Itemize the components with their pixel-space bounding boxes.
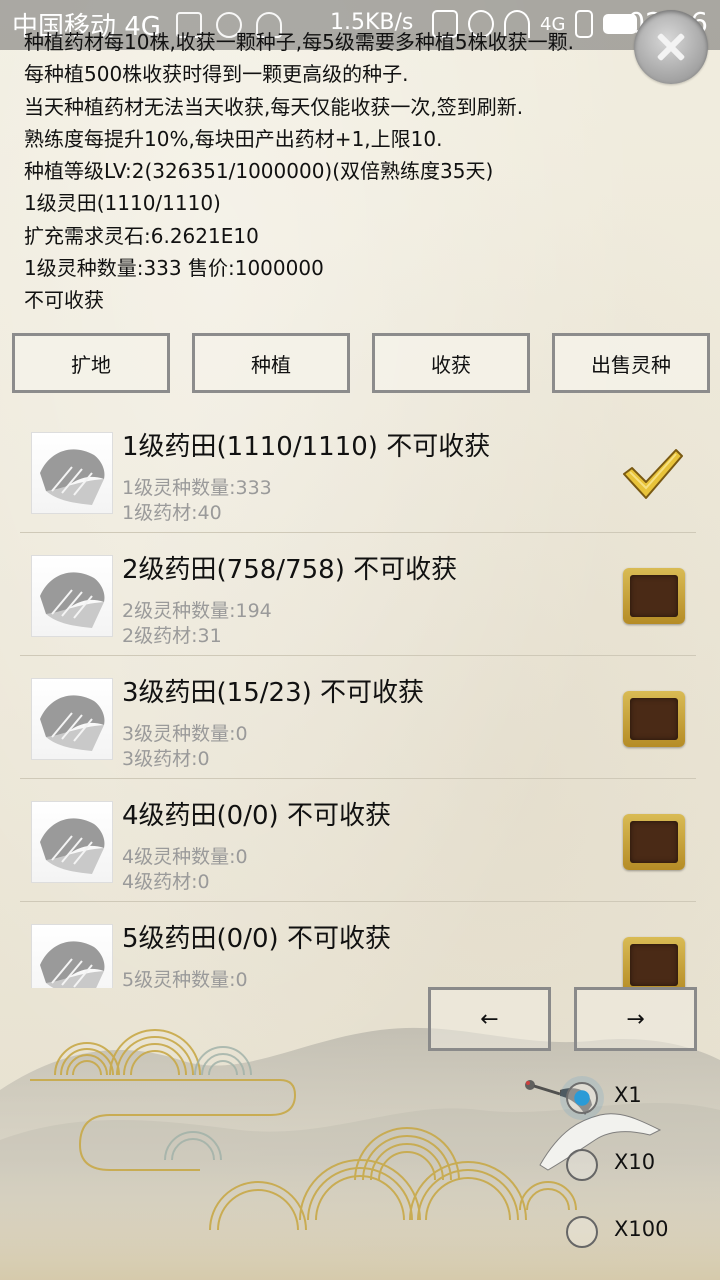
herb-field-icon — [40, 941, 105, 988]
pager: ← → — [428, 987, 698, 1051]
field-title: 4级药田(0/0) 不可收获 — [122, 801, 391, 831]
close-icon — [656, 32, 686, 62]
plant-button[interactable]: 种植 — [192, 333, 350, 393]
field-seed-count: 2级灵种数量:194 — [122, 600, 272, 622]
select-checkbox[interactable] — [623, 568, 685, 624]
info-panel: 种植药材每10株,收获一颗种子,每5级需要多种植5株收获一颗. 每种植500株收… — [24, 26, 624, 317]
prev-page-button[interactable]: ← — [428, 987, 551, 1051]
expand-button[interactable]: 扩地 — [12, 333, 170, 393]
herb-field-icon — [40, 449, 105, 505]
action-bar: 扩地 种植 收获 出售灵种 — [12, 333, 712, 395]
list-item[interactable]: 3级药田(15/23) 不可收获 3级灵种数量:0 3级药材:0 — [20, 656, 696, 779]
info-line: 当天种植药材无法当天收获,每天仅能收获一次,签到刷新. — [24, 94, 524, 119]
list-item[interactable]: 5级药田(0/0) 不可收获 5级灵种数量:0 — [20, 902, 696, 988]
sell-seed-button[interactable]: 出售灵种 — [552, 333, 710, 393]
multiplier-label: X1 — [614, 1083, 642, 1107]
field-list[interactable]: 1级药田(1110/1110) 不可收获 1级灵种数量:333 1级药材:40 … — [20, 410, 696, 988]
field-thumbnail — [32, 925, 112, 988]
harvest-status-line: 不可收获 — [24, 288, 104, 313]
field-title: 2级药田(758/758) 不可收获 — [122, 555, 458, 585]
next-page-button[interactable]: → — [574, 987, 697, 1051]
radio-icon — [566, 1149, 598, 1181]
list-item[interactable]: 4级药田(0/0) 不可收获 4级灵种数量:0 4级药材:0 — [20, 779, 696, 902]
info-line: 种植药材每10株,收获一颗种子,每5级需要多种植5株收获一颗. — [24, 30, 574, 54]
multiplier-label: X100 — [614, 1217, 669, 1241]
herb-field-icon — [40, 695, 105, 751]
radio-selected-icon — [566, 1082, 598, 1114]
harvest-button[interactable]: 收获 — [372, 333, 530, 393]
select-checkbox[interactable] — [623, 814, 685, 870]
planting-level-line: 种植等级LV:2(326351/1000000)(双倍熟练度35天) — [24, 159, 494, 184]
field-title: 5级药田(0/0) 不可收获 — [122, 924, 391, 954]
checkmark-icon[interactable] — [620, 444, 684, 502]
field-thumbnail — [32, 802, 112, 882]
list-item[interactable]: 2级药田(758/758) 不可收获 2级灵种数量:194 2级药材:31 — [20, 533, 696, 656]
field-title: 3级药田(15/23) 不可收获 — [122, 678, 425, 708]
field-thumbnail — [32, 679, 112, 759]
multiplier-label: X10 — [614, 1150, 656, 1174]
field-herb-count: 2级药材:31 — [122, 625, 222, 647]
field-seed-count: 1级灵种数量:333 — [122, 477, 272, 499]
field-herb-count: 3级药材:0 — [122, 748, 210, 770]
field-herb-count: 1级药材:40 — [122, 502, 222, 524]
select-checkbox[interactable] — [623, 691, 685, 747]
seed-count-price-line: 1级灵种数量:333 售价:1000000 — [24, 256, 324, 281]
field-herb-count: 4级药材:0 — [122, 871, 210, 893]
field-title: 1级药田(1110/1110) 不可收获 — [122, 432, 491, 462]
herb-field-icon — [40, 572, 105, 628]
field-capacity-line: 1级灵田(1110/1110) — [24, 191, 221, 216]
field-thumbnail — [32, 556, 112, 636]
multiplier-x10-radio[interactable]: X10 — [566, 1149, 706, 1189]
field-seed-count: 5级灵种数量:0 — [122, 969, 248, 988]
herb-field-icon — [40, 818, 105, 874]
expand-cost-line: 扩充需求灵石:6.2621E10 — [24, 223, 259, 248]
close-button[interactable] — [634, 10, 708, 84]
radio-icon — [566, 1216, 598, 1248]
list-item[interactable]: 1级药田(1110/1110) 不可收获 1级灵种数量:333 1级药材:40 — [20, 410, 696, 533]
info-line: 每种植500株收获时得到一颗更高级的种子. — [24, 62, 409, 87]
multiplier-x1-radio[interactable]: X1 — [566, 1082, 706, 1122]
field-seed-count: 3级灵种数量:0 — [122, 723, 248, 745]
multiplier-x100-radio[interactable]: X100 — [566, 1216, 706, 1256]
field-thumbnail — [32, 433, 112, 513]
field-seed-count: 4级灵种数量:0 — [122, 846, 248, 868]
select-checkbox[interactable] — [623, 937, 685, 988]
info-line: 熟练度每提升10%,每块田产出药材+1,上限10. — [24, 126, 443, 151]
